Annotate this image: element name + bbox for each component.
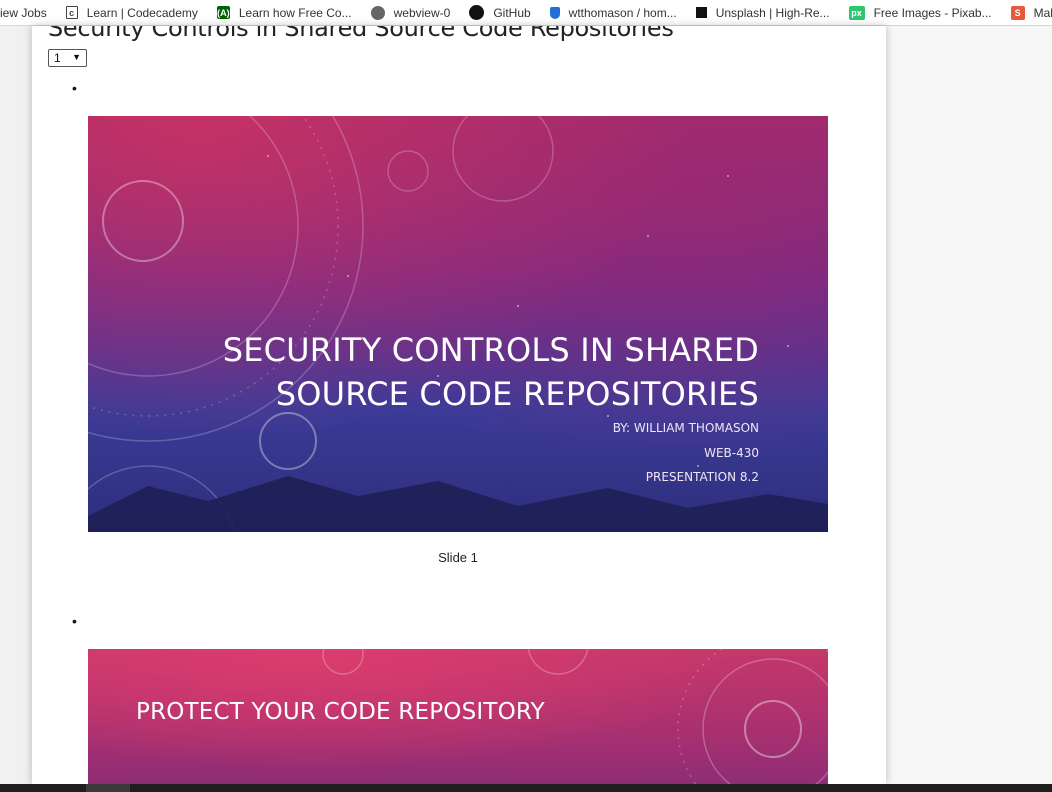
bookmark-webview[interactable]: webview-0	[370, 5, 451, 20]
bookmark-label: Learn how Free Co...	[238, 5, 352, 20]
slide-select[interactable]: 1 ▼	[48, 49, 87, 67]
bookmark-view-jobs[interactable]: iew Jobs	[0, 6, 47, 20]
bookmark-bitbucket[interactable]: wtthomason / hom...	[549, 5, 677, 20]
bookmark-codecademy[interactable]: c Learn | Codecademy	[65, 5, 198, 20]
right-gutter	[886, 26, 1052, 784]
bookmark-label: Free Images - Pixab...	[873, 5, 992, 20]
bookmark-label: iew Jobs	[0, 5, 47, 20]
bookmark-label: GitHub	[493, 5, 531, 20]
bookmark-label: webview-0	[393, 5, 451, 20]
slide-1-title-line1: SECURITY CONTROLS IN SHARED	[222, 331, 759, 369]
list-bullet: •	[72, 80, 77, 96]
slide-1-title: SECURITY CONTROLS IN SHARED SOURCE CODE …	[223, 328, 759, 416]
dropdown-arrow-icon: ▼	[72, 52, 81, 62]
bookmark-unsplash[interactable]: Unsplash | High-Re...	[695, 5, 830, 20]
github-icon	[469, 5, 485, 20]
globe-icon	[370, 5, 385, 20]
freecodecamp-icon: (A)	[216, 6, 230, 19]
slide-1-title-line2: SOURCE CODE REPOSITORIES	[275, 375, 759, 413]
taskbar	[0, 784, 1052, 792]
slide-1-image: SECURITY CONTROLS IN SHARED SOURCE CODE …	[88, 116, 828, 532]
taskbar-button[interactable]	[86, 784, 130, 792]
bookmark-freecodecamp[interactable]: (A) Learn how Free Co...	[216, 5, 352, 20]
content-card: Security Controls in Shared Source Code …	[32, 26, 886, 784]
list-bullet: •	[72, 613, 77, 629]
bookmarks-bar: iew Jobs c Learn | Codecademy (A) Learn …	[0, 0, 1052, 26]
unsplash-icon	[695, 7, 707, 18]
slide-1-course: WEB-430	[704, 446, 759, 460]
bookmark-makeuseof[interactable]: S Maki	[1010, 5, 1052, 20]
slide-2-image: PROTECT YOUR CODE REPOSITORY	[88, 649, 828, 784]
codecademy-icon: c	[65, 6, 78, 19]
bitbucket-icon	[549, 6, 560, 19]
slide-1-caption: Slide 1	[438, 550, 478, 565]
slide-2-title: PROTECT YOUR CODE REPOSITORY	[136, 699, 545, 725]
makeuseof-icon: S	[1010, 5, 1025, 20]
slide-1-presentation: PRESENTATION 8.2	[645, 470, 759, 484]
bookmark-github[interactable]: GitHub	[469, 5, 531, 20]
bookmark-label: Learn | Codecademy	[86, 5, 198, 20]
bookmark-label: Maki	[1033, 5, 1052, 20]
bookmark-pixabay[interactable]: px Free Images - Pixab...	[848, 5, 992, 20]
pixabay-icon: px	[848, 5, 865, 20]
slide-select-value: 1	[54, 51, 61, 65]
bookmark-label: Unsplash | High-Re...	[715, 5, 830, 20]
left-gutter	[0, 26, 32, 784]
bookmark-label: wtthomason / hom...	[568, 5, 677, 20]
page-title: Security Controls in Shared Source Code …	[48, 26, 674, 42]
slide-1-author: BY: WILLIAM THOMASON	[612, 421, 759, 435]
